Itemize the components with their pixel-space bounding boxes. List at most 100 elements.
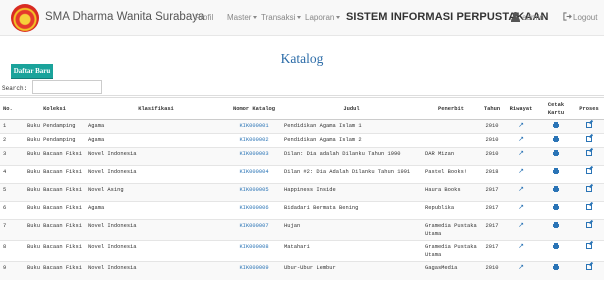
pin-icon[interactable]: ↗ bbox=[518, 186, 524, 193]
cell-riwayat: ↗ bbox=[504, 261, 538, 280]
print-icon[interactable] bbox=[553, 168, 559, 174]
cell-penerbit: DAR Mizan bbox=[422, 147, 480, 166]
edit-icon[interactable] bbox=[586, 186, 592, 192]
pin-icon[interactable]: ↗ bbox=[518, 136, 524, 143]
cell-nomor-katalog[interactable]: KIK000009 bbox=[227, 261, 281, 280]
cell-proses bbox=[574, 119, 604, 134]
print-icon[interactable] bbox=[553, 150, 559, 156]
cell-penerbit: Gramedia Pustaka Utama bbox=[422, 219, 480, 241]
cell-judul: Matahari bbox=[281, 240, 422, 262]
print-icon[interactable] bbox=[553, 122, 559, 128]
col-cetak-kartu[interactable]: Cetak Kartu bbox=[538, 97, 574, 120]
cell-tahun: 2018 bbox=[480, 165, 504, 184]
user-menu[interactable]: admin bbox=[522, 13, 544, 22]
user-icon bbox=[511, 12, 520, 22]
cell-nomor-katalog[interactable]: KIK000005 bbox=[227, 183, 281, 202]
nav-master[interactable]: Master bbox=[227, 13, 258, 22]
cell-nomor-katalog[interactable]: KIK000002 bbox=[227, 133, 281, 148]
col-riwayat[interactable]: Riwayat bbox=[504, 97, 538, 120]
nav-laporan[interactable]: Laporan bbox=[305, 13, 341, 22]
pin-icon[interactable]: ↗ bbox=[518, 204, 524, 211]
col-nomor-katalog[interactable]: Nomor Katalog bbox=[227, 97, 281, 120]
col-penerbit[interactable]: Penerbit bbox=[422, 97, 480, 120]
col-klasifikasi[interactable]: Klasifikasi bbox=[85, 97, 227, 120]
cell-riwayat: ↗ bbox=[504, 240, 538, 262]
cell-judul: Happiness Inside bbox=[281, 183, 422, 202]
edit-icon[interactable] bbox=[586, 243, 592, 249]
cell-riwayat: ↗ bbox=[504, 147, 538, 166]
cell-nomor-katalog[interactable]: KIK000003 bbox=[227, 147, 281, 166]
print-icon[interactable] bbox=[553, 204, 559, 210]
cell-nomor-katalog[interactable]: KIK000007 bbox=[227, 219, 281, 241]
print-icon[interactable] bbox=[553, 264, 559, 270]
col-no[interactable]: No. bbox=[0, 97, 24, 120]
cell-proses bbox=[574, 133, 604, 148]
cell-riwayat: ↗ bbox=[504, 119, 538, 134]
cell-proses bbox=[574, 240, 604, 262]
pin-icon[interactable]: ↗ bbox=[518, 264, 524, 271]
col-proses[interactable]: Proses bbox=[574, 97, 604, 120]
print-icon[interactable] bbox=[553, 222, 559, 228]
cell-cetak bbox=[538, 219, 574, 241]
cell-no: 9 bbox=[0, 261, 24, 280]
col-koleksi[interactable]: Koleksi bbox=[24, 97, 85, 120]
print-icon[interactable] bbox=[553, 243, 559, 249]
pin-icon[interactable]: ↗ bbox=[518, 243, 524, 250]
cell-proses bbox=[574, 261, 604, 280]
cell-cetak bbox=[538, 119, 574, 134]
cell-nomor-katalog[interactable]: KIK000006 bbox=[227, 201, 281, 220]
edit-icon[interactable] bbox=[586, 264, 592, 270]
divider bbox=[0, 95, 604, 96]
cell-klasifikasi: Novel Asing bbox=[85, 183, 227, 202]
cell-nomor-katalog[interactable]: KIK000001 bbox=[227, 119, 281, 134]
print-icon[interactable] bbox=[553, 186, 559, 192]
cell-tahun: 2010 bbox=[480, 147, 504, 166]
nav-profil[interactable]: Profil bbox=[195, 13, 213, 22]
pin-icon[interactable]: ↗ bbox=[518, 222, 524, 229]
nav-transaksi[interactable]: Transaksi bbox=[261, 13, 302, 22]
cell-riwayat: ↗ bbox=[504, 201, 538, 220]
table-row: 2 Buku Pendamping Agama KIK000002 Pendidikan… bbox=[0, 133, 604, 148]
edit-icon[interactable] bbox=[586, 122, 592, 128]
table-row: 9 Buku Bacaan Fiksi Novel Indonesia KIK0000… bbox=[0, 261, 604, 280]
edit-icon[interactable] bbox=[586, 150, 592, 156]
col-judul[interactable]: Judul bbox=[281, 97, 422, 120]
pin-icon[interactable]: ↗ bbox=[518, 168, 524, 175]
table-row: 4 Buku Bacaan Fiksi Novel Indonesia KIK0000… bbox=[0, 165, 604, 184]
cell-cetak bbox=[538, 201, 574, 220]
brand-link[interactable]: SMA Dharma Wanita Surabaya bbox=[45, 11, 204, 23]
edit-icon[interactable] bbox=[586, 168, 592, 174]
cell-koleksi: Buku Bacaan Fiksi bbox=[24, 147, 85, 166]
pin-icon[interactable]: ↗ bbox=[518, 150, 524, 157]
cell-nomor-katalog[interactable]: KIK000008 bbox=[227, 240, 281, 262]
col-tahun[interactable]: Tahun bbox=[480, 97, 504, 120]
nav-laporan-label: Laporan bbox=[305, 13, 335, 22]
cell-proses bbox=[574, 147, 604, 166]
edit-icon[interactable] bbox=[586, 222, 592, 228]
print-icon[interactable] bbox=[553, 136, 559, 142]
search-input[interactable] bbox=[32, 80, 102, 94]
add-new-button[interactable]: Daftar Baru bbox=[11, 64, 53, 79]
navbar: SMA Dharma Wanita Surabaya Profil Master… bbox=[0, 0, 604, 36]
logout-link[interactable]: Logout bbox=[573, 13, 597, 22]
cell-nomor-katalog[interactable]: KIK000004 bbox=[227, 165, 281, 184]
edit-icon[interactable] bbox=[586, 204, 592, 210]
cell-riwayat: ↗ bbox=[504, 183, 538, 202]
nav-transaksi-label: Transaksi bbox=[261, 13, 296, 22]
table-row: 5 Buku Bacaan Fiksi Novel Asing KIK000005 Ha… bbox=[0, 183, 604, 202]
cell-koleksi: Buku Bacaan Fiksi bbox=[24, 165, 85, 184]
table-row: 3 Buku Bacaan Fiksi Novel Indonesia KIK0000… bbox=[0, 147, 604, 166]
edit-icon[interactable] bbox=[586, 136, 592, 142]
table-row: 1 Buku Pendamping Agama KIK000001 Pendidikan… bbox=[0, 119, 604, 134]
cell-judul: Bidadari Bermata Bening bbox=[281, 201, 422, 220]
search-label: Search: bbox=[2, 85, 28, 92]
cell-no: 7 bbox=[0, 219, 24, 241]
catalog-table: No. Koleksi Klasifikasi Nomor Katalog Ju… bbox=[0, 97, 604, 280]
cell-judul: Hujan bbox=[281, 219, 422, 241]
cell-tahun: 2017 bbox=[480, 240, 504, 262]
cell-tahun: 2017 bbox=[480, 219, 504, 241]
cell-tahun: 2010 bbox=[480, 133, 504, 148]
pin-icon[interactable]: ↗ bbox=[518, 122, 524, 129]
cell-tahun: 2010 bbox=[480, 119, 504, 134]
table-row: 7 Buku Bacaan Fiksi Novel Indonesia KIK0000… bbox=[0, 219, 604, 241]
